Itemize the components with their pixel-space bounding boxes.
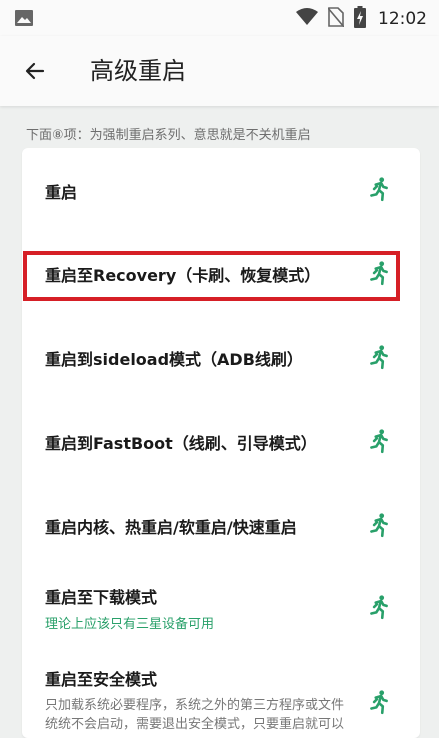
app-bar: 高级重启	[0, 36, 439, 106]
status-icons: 12:02	[296, 6, 427, 32]
item-title: 重启至下载模式	[45, 588, 158, 607]
list-item-reboot-sideload[interactable]: 重启到sideload模式（ADB线刷）	[22, 316, 420, 400]
page-title: 高级重启	[90, 57, 186, 85]
list-item-reboot[interactable]: 重启	[22, 148, 420, 232]
running-person-icon	[370, 595, 388, 620]
item-title: 重启至安全模式	[45, 670, 158, 689]
item-title: 重启到sideload模式（ADB线刷）	[45, 350, 303, 369]
item-title: 重启到FastBoot（线刷、引导模式）	[45, 434, 317, 453]
item-title: 重启内核、热重启/软重启/快速重启	[45, 518, 297, 537]
running-person-icon	[370, 345, 388, 370]
running-person-icon	[370, 690, 388, 715]
item-subtitle-line-2: 统统不会启动，需要退出安全模式，只要重启就可以	[45, 717, 345, 732]
no-sim-icon	[327, 7, 345, 31]
item-subtitle: 理论上应该只有三星设备可用	[45, 617, 215, 632]
status-bar: 12:02	[0, 0, 439, 36]
list-item-reboot-download[interactable]: 重启至下载模式 理论上应该只有三星设备可用	[22, 568, 420, 652]
list-item-reboot-kernel[interactable]: 重启内核、热重启/软重启/快速重启	[22, 484, 420, 568]
list-item-reboot-fastboot[interactable]: 重启到FastBoot（线刷、引导模式）	[22, 400, 420, 484]
battery-charging-icon	[354, 6, 366, 32]
highlight-box	[23, 251, 400, 301]
hint-text: 下面⑧项：为强制重启系列、意思就是不关机重启	[26, 128, 311, 143]
running-person-icon	[370, 513, 388, 538]
status-time: 12:02	[378, 9, 427, 29]
wifi-icon	[296, 8, 318, 30]
back-button[interactable]	[18, 54, 52, 88]
running-person-icon	[370, 177, 388, 202]
item-title: 重启	[45, 183, 78, 202]
item-subtitle-line-1: 只加载系统必要程序，系统之外的第三方程序或文件	[45, 698, 345, 713]
image-icon	[15, 10, 33, 30]
list-item-reboot-safe-mode[interactable]: 重启至安全模式 只加载系统必要程序，系统之外的第三方程序或文件 统统不会启动，需…	[22, 652, 420, 738]
running-person-icon	[370, 429, 388, 454]
reboot-options-card: 重启 重启至Recovery（卡刷、恢复模式） 重启到sideload模式（AD…	[22, 148, 420, 738]
arrow-left-icon	[25, 62, 45, 80]
